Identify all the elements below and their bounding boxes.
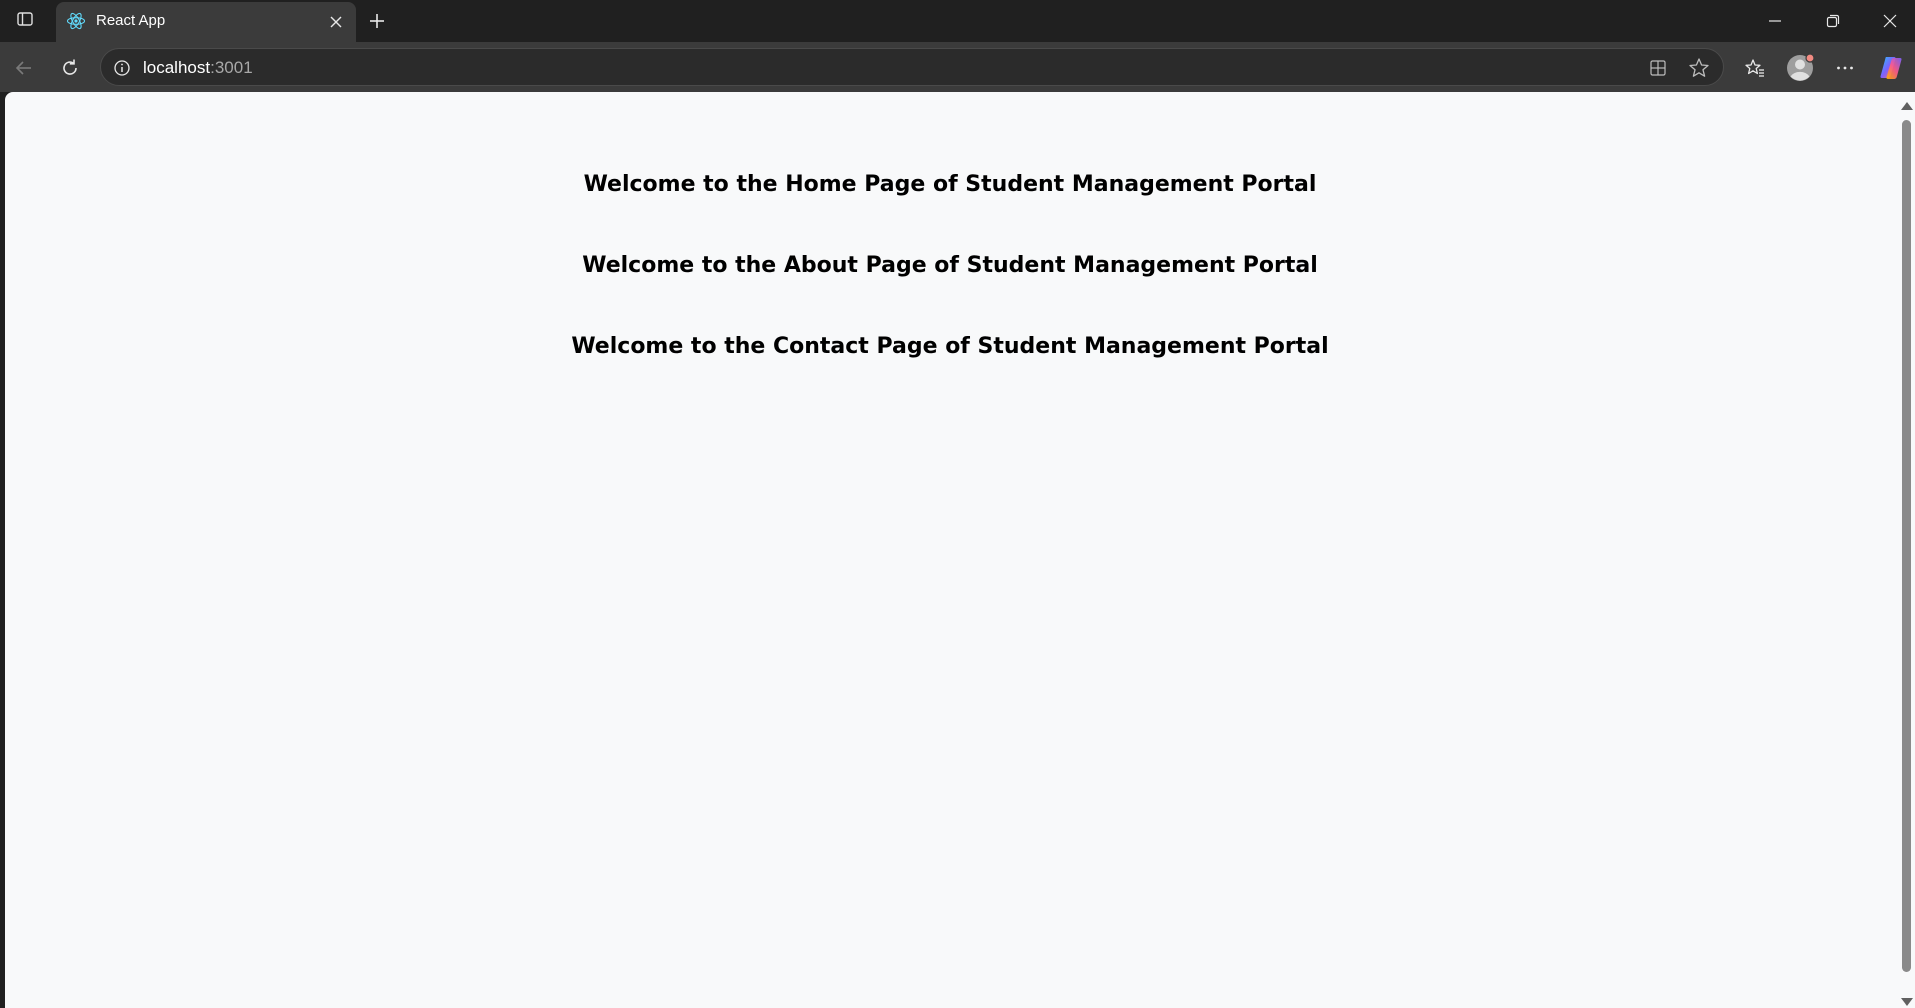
react-logo-icon: [65, 10, 87, 32]
page-viewport: Welcome to the Home Page of Student Mana…: [5, 92, 1915, 1008]
url-text[interactable]: localhost:3001: [143, 58, 253, 78]
active-tab[interactable]: React App: [56, 2, 356, 42]
refresh-button[interactable]: [53, 51, 87, 85]
copilot-icon: [1880, 57, 1902, 79]
tab-title: React App: [96, 12, 166, 29]
vertical-scrollbar[interactable]: [1897, 92, 1915, 1008]
tab-actions-button[interactable]: [10, 6, 40, 36]
close-window-button[interactable]: [1862, 0, 1915, 42]
url-port: :3001: [210, 58, 253, 77]
page-content: Welcome to the Home Page of Student Mana…: [5, 92, 1895, 1008]
browser-title-bar: React App: [0, 0, 1915, 42]
home-page-heading: Welcome to the Home Page of Student Mana…: [583, 172, 1317, 197]
contact-page-heading: Welcome to the Contact Page of Student M…: [571, 334, 1329, 359]
profile-icon: [1787, 53, 1815, 81]
refresh-icon: [63, 59, 77, 75]
restore-icon: [1826, 14, 1840, 28]
tab-actions-icon: [16, 10, 34, 33]
site-info-button[interactable]: [109, 55, 135, 81]
plus-icon: [370, 14, 384, 28]
new-tab-button[interactable]: [362, 6, 392, 36]
back-arrow-icon: [15, 61, 31, 75]
minimize-button[interactable]: [1747, 0, 1803, 42]
app-available-button[interactable]: [1644, 55, 1672, 81]
scrollbar-thumb[interactable]: [1902, 120, 1911, 972]
back-button[interactable]: [7, 51, 41, 85]
info-icon: [114, 60, 130, 76]
scroll-up-arrow-icon[interactable]: [1901, 102, 1913, 110]
restore-button[interactable]: [1805, 0, 1861, 42]
scroll-down-arrow-icon[interactable]: [1901, 998, 1913, 1006]
profile-button[interactable]: [1783, 51, 1817, 85]
browser-toolbar: localhost:3001: [0, 42, 1915, 92]
close-icon: [1883, 14, 1897, 28]
address-bar[interactable]: localhost:3001: [100, 48, 1724, 86]
copilot-button[interactable]: [1874, 51, 1908, 85]
favorite-button[interactable]: [1685, 55, 1713, 81]
star-icon: [1689, 58, 1709, 77]
close-icon: [330, 16, 342, 28]
more-icon: [1837, 66, 1853, 70]
more-button[interactable]: [1828, 51, 1862, 85]
about-page-heading: Welcome to the About Page of Student Man…: [582, 253, 1318, 278]
favorites-button[interactable]: [1738, 51, 1772, 85]
favorites-icon: [1745, 59, 1764, 77]
url-host: localhost: [143, 58, 211, 77]
minimize-icon: [1769, 20, 1781, 22]
app-icon: [1650, 60, 1666, 76]
close-tab-button[interactable]: [324, 10, 348, 34]
